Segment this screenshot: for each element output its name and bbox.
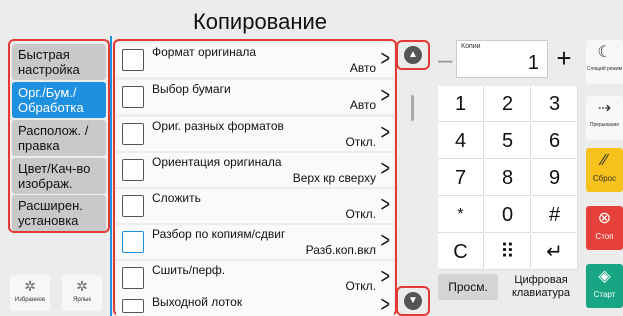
orientation-icon bbox=[122, 159, 144, 181]
key-6[interactable]: 6 bbox=[532, 123, 578, 159]
chevron-up-icon: ▲ bbox=[404, 46, 422, 64]
function-row[interactable]: Выбор бумаги Авто > bbox=[116, 80, 394, 114]
page-title: Копирование bbox=[192, 9, 328, 34]
key-5[interactable]: 5 bbox=[485, 123, 531, 159]
function-value: Откл. bbox=[345, 207, 376, 221]
reset-icon: ⁄⁄ bbox=[601, 152, 608, 169]
function-value: Авто bbox=[349, 98, 376, 112]
key-9[interactable]: 9 bbox=[532, 160, 578, 196]
key-7[interactable]: 7 bbox=[438, 160, 484, 196]
reset-button[interactable]: ⁄⁄ Сброс bbox=[586, 148, 623, 192]
chevron-right-icon: > bbox=[380, 121, 390, 146]
copies-value: 1 bbox=[527, 52, 539, 74]
mixed-originals-icon bbox=[122, 123, 144, 145]
preview-button[interactable]: Просм. bbox=[438, 274, 498, 300]
function-row[interactable]: Сшить/перф. Откл. > bbox=[116, 261, 394, 295]
numeric-keypad-button[interactable]: Цифровая клавиатура bbox=[504, 274, 578, 310]
chevron-right-icon: > bbox=[380, 293, 390, 316]
start-icon: ◈ bbox=[598, 268, 611, 285]
chevron-right-icon: > bbox=[380, 47, 390, 72]
function-label: Ориг. разных форматов bbox=[152, 119, 284, 133]
key-8[interactable]: 8 bbox=[485, 160, 531, 196]
scrollbar-thumb[interactable] bbox=[411, 95, 414, 121]
copies-minus-button[interactable]: – bbox=[438, 46, 458, 74]
shortcut-icon: ✲ bbox=[76, 278, 88, 294]
sleep-button[interactable]: ☾ Спящий режим bbox=[586, 40, 623, 84]
function-label: Выходной лоток bbox=[152, 295, 243, 309]
stop-button[interactable]: ⊗ Стоп bbox=[586, 206, 623, 250]
function-value: Откл. bbox=[345, 279, 376, 293]
chevron-down-icon: ▼ bbox=[404, 292, 422, 310]
chevron-right-icon: > bbox=[380, 193, 390, 218]
reset-label: Сброс bbox=[592, 174, 617, 183]
key-hash[interactable]: # bbox=[532, 197, 578, 233]
paper-selection-icon bbox=[122, 86, 144, 108]
function-label: Сшить/перф. bbox=[152, 263, 226, 277]
favorites-button[interactable]: ✲ Избранное bbox=[10, 275, 50, 311]
function-row[interactable]: Выходной лоток > bbox=[116, 293, 394, 316]
start-label: Старт bbox=[593, 290, 616, 299]
chevron-right-icon: > bbox=[380, 229, 390, 254]
moon-icon: ☾ bbox=[597, 44, 612, 61]
start-button[interactable]: ◈ Старт bbox=[586, 264, 623, 308]
tab-quick-setup[interactable]: Быстрая настройка bbox=[12, 44, 106, 80]
function-value: Верх кр сверху bbox=[292, 171, 376, 185]
staple-icon bbox=[122, 267, 144, 289]
key-enter[interactable]: ↵ bbox=[532, 234, 578, 270]
function-value: Авто bbox=[349, 61, 376, 75]
tab-layout-edit[interactable]: Располож. /правка bbox=[12, 120, 106, 156]
stop-icon: ⊗ bbox=[597, 210, 612, 227]
shortcut-label: Ярлык bbox=[73, 297, 91, 303]
stop-label: Стоп bbox=[595, 232, 614, 241]
key-4[interactable]: 4 bbox=[438, 123, 484, 159]
output-tray-icon bbox=[122, 299, 144, 313]
bottom-left-buttons: ✲ Избранное ✲ Ярлык bbox=[10, 275, 105, 311]
scroll-down-button[interactable]: ▼ bbox=[396, 286, 430, 316]
function-label: Сложить bbox=[152, 191, 201, 205]
favorites-label: Избранное bbox=[14, 297, 46, 303]
tab-org-paper-finishing[interactable]: Орг./Бум./ Обработка bbox=[12, 82, 106, 118]
chevron-right-icon: > bbox=[380, 84, 390, 109]
scroll-up-button[interactable]: ▲ bbox=[396, 40, 430, 70]
function-label: Выбор бумаги bbox=[152, 82, 231, 96]
copies-field[interactable]: Копии 1 bbox=[456, 40, 548, 78]
function-row[interactable]: Ориг. разных форматов Откл. > bbox=[116, 117, 394, 151]
key-clear[interactable]: C bbox=[438, 234, 484, 270]
function-label: Разбор по копиям/сдвиг bbox=[152, 227, 286, 241]
key-3[interactable]: 3 bbox=[532, 86, 578, 122]
tab-color-quality[interactable]: Цвет/Кач-во изображ. bbox=[12, 158, 106, 194]
key-star[interactable]: * bbox=[438, 197, 484, 233]
chevron-right-icon: > bbox=[380, 265, 390, 290]
key-0[interactable]: 0 bbox=[485, 197, 531, 233]
key-2[interactable]: 2 bbox=[485, 86, 531, 122]
sleep-label: Спящий режим bbox=[586, 66, 623, 72]
tab-advanced-setup[interactable]: Расширен. установка bbox=[12, 195, 106, 231]
original-size-icon bbox=[122, 49, 144, 71]
numeric-keypad: 1 2 3 4 5 6 7 8 9 * 0 # C ⠿ ↵ bbox=[438, 86, 578, 270]
interrupt-label: Прерывание bbox=[589, 122, 620, 128]
fold-icon bbox=[122, 195, 144, 217]
interrupt-button[interactable]: ⇢ Прерывание bbox=[586, 96, 623, 140]
function-row[interactable]: Формат оригинала Авто > bbox=[116, 43, 394, 77]
function-label: Формат оригинала bbox=[152, 45, 257, 59]
function-value: Откл. bbox=[345, 135, 376, 149]
chevron-right-icon: > bbox=[380, 157, 390, 182]
copies-plus-button[interactable]: + bbox=[552, 44, 576, 74]
function-row[interactable]: Разбор по копиям/сдвиг Разб.коп.вкл > bbox=[116, 225, 394, 259]
key-extra[interactable]: ⠿ bbox=[485, 234, 531, 270]
favorites-icon: ✲ bbox=[24, 278, 36, 294]
function-value: Разб.коп.вкл bbox=[305, 243, 376, 257]
function-label: Ориентация оригинала bbox=[152, 155, 282, 169]
key-1[interactable]: 1 bbox=[438, 86, 484, 122]
function-row[interactable]: Ориентация оригинала Верх кр сверху > bbox=[116, 153, 394, 187]
function-row[interactable]: Сложить Откл. > bbox=[116, 189, 394, 223]
collate-icon bbox=[122, 231, 144, 253]
copies-label: Копии bbox=[461, 43, 481, 50]
shortcut-button[interactable]: ✲ Ярлык bbox=[62, 275, 102, 311]
interrupt-icon: ⇢ bbox=[597, 100, 612, 117]
